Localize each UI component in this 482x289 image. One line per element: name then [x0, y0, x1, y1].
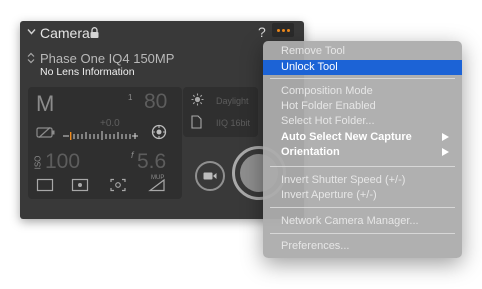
- menu-item-label: Preferences...: [281, 240, 350, 252]
- metering-icon[interactable]: [151, 124, 167, 140]
- stage: Camera ? Phase One IQ4 150MP No Lens Inf…: [0, 0, 482, 289]
- single-shot-icon[interactable]: [36, 178, 54, 192]
- menu-item-label: Orientation: [281, 146, 340, 158]
- spot-metering-icon[interactable]: [71, 178, 89, 192]
- panel-title: Camera: [40, 25, 90, 41]
- camera-tool-panel: Camera ? Phase One IQ4 150MP No Lens Inf…: [20, 21, 304, 219]
- menu-item-invert-aperture[interactable]: Invert Aperture (+/-): [263, 188, 462, 203]
- menu-item-select-hot-folder[interactable]: Select Hot Folder...: [263, 114, 462, 129]
- shutter-speed-value[interactable]: 80: [144, 90, 167, 114]
- menu-item-auto-select-new-capture[interactable]: Auto Select New Capture: [263, 130, 462, 145]
- file-icon: [191, 115, 202, 129]
- menu-item-label: Select Hot Folder...: [281, 115, 375, 127]
- menu-separator: [270, 166, 455, 167]
- exposure-controls: M 1 80 +0.0 ISO 100 f 5.6 MUP: [28, 87, 182, 199]
- more-dot-icon: [277, 29, 280, 32]
- menu-item-preferences[interactable]: Preferences...: [263, 239, 462, 254]
- menu-item-unlock-tool[interactable]: Unlock Tool: [263, 60, 462, 75]
- shutter-numerator: 1: [128, 93, 133, 102]
- submenu-arrow-icon: [442, 133, 449, 141]
- menu-separator: [270, 78, 455, 79]
- focus-area-icon[interactable]: [109, 178, 127, 192]
- menu-item-remove-tool[interactable]: Remove Tool: [263, 44, 462, 59]
- iso-label: ISO: [33, 155, 43, 170]
- menu-item-label: Unlock Tool: [281, 61, 338, 73]
- aperture-value[interactable]: 5.6: [137, 150, 166, 174]
- menu-separator: [270, 207, 455, 208]
- exposure-scale[interactable]: [61, 129, 139, 143]
- menu-item-orientation[interactable]: Orientation: [263, 145, 462, 160]
- mirror-up-icon[interactable]: [148, 178, 166, 192]
- submenu-arrow-icon: [442, 148, 449, 156]
- lens-info: No Lens Information: [40, 66, 135, 78]
- live-view-button[interactable]: [195, 161, 225, 191]
- iso-value[interactable]: 100: [45, 150, 80, 174]
- menu-item-label: Auto Select New Capture: [281, 131, 412, 143]
- menu-item-label: Remove Tool: [281, 45, 345, 57]
- sun-icon: [191, 93, 204, 106]
- menu-item-label: Composition Mode: [281, 85, 373, 97]
- exposure-comp-value: +0.0: [100, 118, 120, 129]
- updown-chevron-icon[interactable]: [27, 52, 35, 64]
- menu-item-label: Invert Shutter Speed (+/-): [281, 174, 406, 186]
- help-button[interactable]: ?: [258, 24, 266, 40]
- menu-item-hot-folder-enabled[interactable]: Hot Folder Enabled: [263, 99, 462, 114]
- white-balance-value[interactable]: Daylight: [216, 96, 249, 106]
- menu-item-label: Network Camera Manager...: [281, 215, 419, 227]
- more-dot-icon: [282, 29, 285, 32]
- chevron-down-icon[interactable]: [27, 27, 36, 36]
- camera-model-selector[interactable]: Phase One IQ4 150MP: [40, 51, 174, 66]
- menu-separator: [270, 233, 455, 234]
- file-format-value[interactable]: IIQ 16bit: [216, 118, 250, 128]
- exposure-mode[interactable]: M: [36, 91, 54, 117]
- menu-item-label: Hot Folder Enabled: [281, 100, 376, 112]
- more-options-button[interactable]: [272, 23, 294, 37]
- menu-item-network-camera-manager[interactable]: Network Camera Manager...: [263, 214, 462, 229]
- white-balance-controls: Daylight IIQ 16bit: [183, 87, 258, 137]
- menu-item-composition-mode[interactable]: Composition Mode: [263, 84, 462, 99]
- panel-header: Camera ?: [20, 21, 304, 45]
- video-camera-icon: [203, 172, 217, 180]
- menu-item-invert-shutter-speed[interactable]: Invert Shutter Speed (+/-): [263, 173, 462, 188]
- lock-icon[interactable]: [90, 27, 99, 38]
- battery-icon: [36, 127, 55, 138]
- aperture-label: f: [131, 150, 134, 160]
- more-dot-icon: [287, 29, 290, 32]
- tool-context-menu: Remove Tool Unlock Tool Composition Mode…: [263, 41, 462, 258]
- menu-item-label: Invert Aperture (+/-): [281, 189, 377, 201]
